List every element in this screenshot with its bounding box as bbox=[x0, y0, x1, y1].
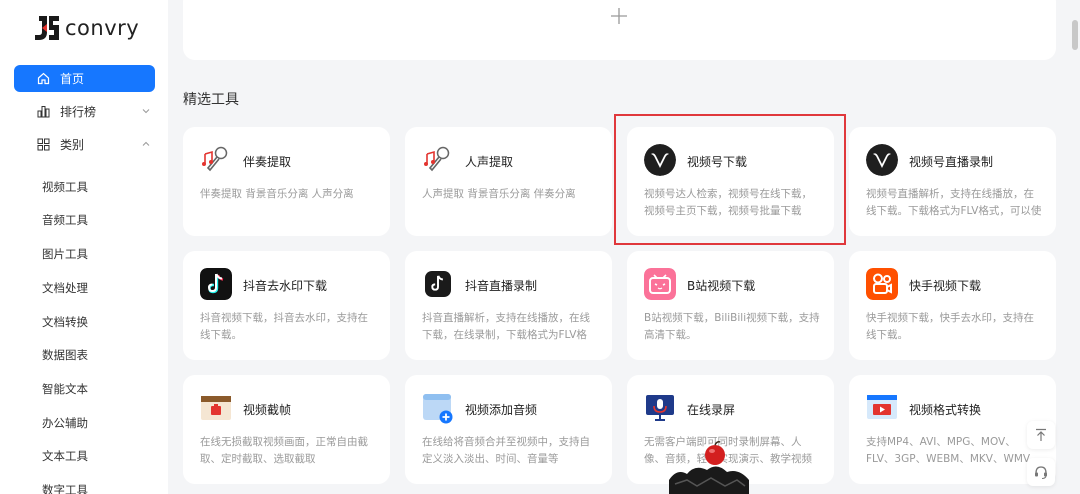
grid-icon bbox=[36, 138, 50, 152]
nav-label: 首页 bbox=[60, 72, 85, 86]
selection-highlight bbox=[614, 114, 846, 245]
category-data-charts[interactable]: 数据图表 bbox=[42, 347, 88, 363]
tool-title: 抖音去水印下载 bbox=[243, 279, 328, 293]
tool-title: 视频号直播录制 bbox=[909, 155, 994, 169]
tool-title: 人声提取 bbox=[465, 155, 514, 169]
tiktok-icon bbox=[425, 271, 451, 297]
chevron-down-icon bbox=[142, 109, 150, 114]
mic-note-icon bbox=[200, 144, 232, 176]
customer-service-button[interactable] bbox=[1027, 458, 1055, 486]
category-doc-conversion[interactable]: 文档转换 bbox=[42, 314, 88, 330]
channels-icon bbox=[866, 144, 898, 176]
screen-record-icon bbox=[644, 392, 676, 424]
tool-desc: 快手视频下载，快手去水印，支持在线下载。 bbox=[866, 312, 1034, 341]
category-doc-processing[interactable]: 文档处理 bbox=[42, 280, 88, 296]
video-convert-icon bbox=[866, 392, 898, 424]
tool-title: 视频添加音频 bbox=[465, 403, 538, 417]
tool-title: B站视频下载 bbox=[687, 279, 756, 293]
nav-ranking[interactable]: 排行榜 bbox=[14, 98, 155, 125]
category-office-assist[interactable]: 办公辅助 bbox=[42, 415, 88, 431]
tool-card-accompaniment[interactable]: 伴奏提取 伴奏提取 背景音乐分离 人声分离 bbox=[183, 127, 390, 236]
tool-desc: B站视频下载，BiliBili视频下载，支持高清下载。 bbox=[644, 312, 820, 341]
headset-icon bbox=[1035, 466, 1047, 479]
plus-icon bbox=[611, 8, 627, 24]
logo[interactable]: convry bbox=[33, 14, 139, 42]
bar-chart-icon bbox=[36, 105, 50, 119]
nav-categories[interactable]: 类别 bbox=[14, 131, 155, 158]
bilibili-icon bbox=[644, 268, 676, 300]
kuaishou-icon bbox=[866, 268, 898, 300]
convry-logo-icon bbox=[35, 16, 59, 40]
mic-icon bbox=[422, 144, 454, 176]
tool-desc: 在线无损截取视频画面，正常自由截取、定时截取、选取截取 bbox=[200, 436, 368, 465]
back-to-top-button[interactable] bbox=[1027, 421, 1055, 449]
frame-capture-icon bbox=[200, 392, 232, 424]
tool-card-video-convert[interactable]: 视频格式转换 支持MP4、AVI、MPG、MOV、FLV、3GP、WEBM、MK… bbox=[849, 375, 1056, 484]
home-icon bbox=[36, 72, 50, 86]
scrollbar-thumb[interactable] bbox=[1072, 20, 1078, 50]
brand-name: convry bbox=[65, 16, 140, 40]
tool-title: 视频格式转换 bbox=[909, 403, 982, 417]
arrow-up-icon bbox=[1036, 428, 1046, 441]
tool-card-douyin-download[interactable]: 抖音去水印下载 抖音视频下载，抖音去水印，支持在线下载。 bbox=[183, 251, 390, 360]
tool-title: 视频截帧 bbox=[243, 403, 292, 417]
sidebar: convry 首页 排行榜 类别 视频工具 音频工具 图片工具 文档处理 文档转… bbox=[0, 0, 168, 494]
tool-desc: 视频号直播解析，支持在线播放，在线下载。下载格式为FLV格式，可以使用 bbox=[866, 188, 1042, 217]
tool-card-channels-live-record[interactable]: 视频号直播录制 视频号直播解析，支持在线播放，在线下载。下载格式为FLV格式，可… bbox=[849, 127, 1056, 236]
nav-label: 类别 bbox=[60, 138, 85, 152]
tool-card-kuaishou-download[interactable]: 快手视频下载 快手视频下载，快手去水印，支持在线下载。 bbox=[849, 251, 1056, 360]
tool-card-frame-capture[interactable]: 视频截帧 在线无损截取视频画面，正常自由截取、定时截取、选取截取 bbox=[183, 375, 390, 484]
tiktok-icon bbox=[200, 268, 232, 300]
category-image-tools[interactable]: 图片工具 bbox=[42, 246, 88, 262]
tool-desc: 伴奏提取 背景音乐分离 人声分离 bbox=[200, 188, 354, 200]
tool-title: 在线录屏 bbox=[687, 403, 736, 417]
section-title: 精选工具 bbox=[183, 92, 239, 108]
tool-desc: 抖音直播解析，支持在线播放，在线下载，在线录制，下载格式为FLV格式。 bbox=[422, 312, 590, 341]
nav-home[interactable]: 首页 bbox=[14, 65, 155, 92]
tool-card-vocal-extract[interactable]: 人声提取 人声提取 背景音乐分离 伴奏分离 bbox=[405, 127, 612, 236]
tool-desc: 抖音视频下载，抖音去水印，支持在线下载。 bbox=[200, 312, 368, 341]
tool-title: 抖音直播录制 bbox=[465, 279, 538, 293]
add-audio-icon bbox=[422, 392, 454, 424]
tool-card-add-audio[interactable]: 视频添加音频 在线给将音频合并至视频中，支持自定义淡入淡出、时间、音量等 bbox=[405, 375, 612, 484]
tool-title: 伴奏提取 bbox=[243, 155, 292, 169]
chevron-up-icon bbox=[142, 141, 150, 146]
category-video-tools[interactable]: 视频工具 bbox=[42, 179, 88, 195]
category-smart-text[interactable]: 智能文本 bbox=[42, 381, 88, 397]
category-number-tools[interactable]: 数字工具 bbox=[42, 482, 88, 494]
tool-title: 快手视频下载 bbox=[909, 279, 982, 293]
tool-desc: 在线给将音频合并至视频中，支持自定义淡入淡出、时间、音量等 bbox=[422, 436, 590, 465]
upload-card[interactable] bbox=[183, 0, 1056, 60]
tool-card-douyin-live-record[interactable]: 抖音直播录制 抖音直播解析，支持在线播放，在线下载，在线录制，下载格式为FLV格… bbox=[405, 251, 612, 360]
nav-label: 排行榜 bbox=[60, 105, 97, 119]
tool-desc: 人声提取 背景音乐分离 伴奏分离 bbox=[422, 188, 576, 200]
tool-card-bilibili-download[interactable]: B站视频下载 B站视频下载，BiliBili视频下载，支持高清下载。 bbox=[627, 251, 834, 360]
category-text-tools[interactable]: 文本工具 bbox=[42, 448, 88, 464]
category-audio-tools[interactable]: 音频工具 bbox=[42, 212, 88, 228]
tool-desc: 支持MP4、AVI、MPG、MOV、FLV、3GP、WEBM、MKV、WMV、G… bbox=[866, 436, 1041, 465]
sticker-overlay bbox=[669, 441, 749, 494]
